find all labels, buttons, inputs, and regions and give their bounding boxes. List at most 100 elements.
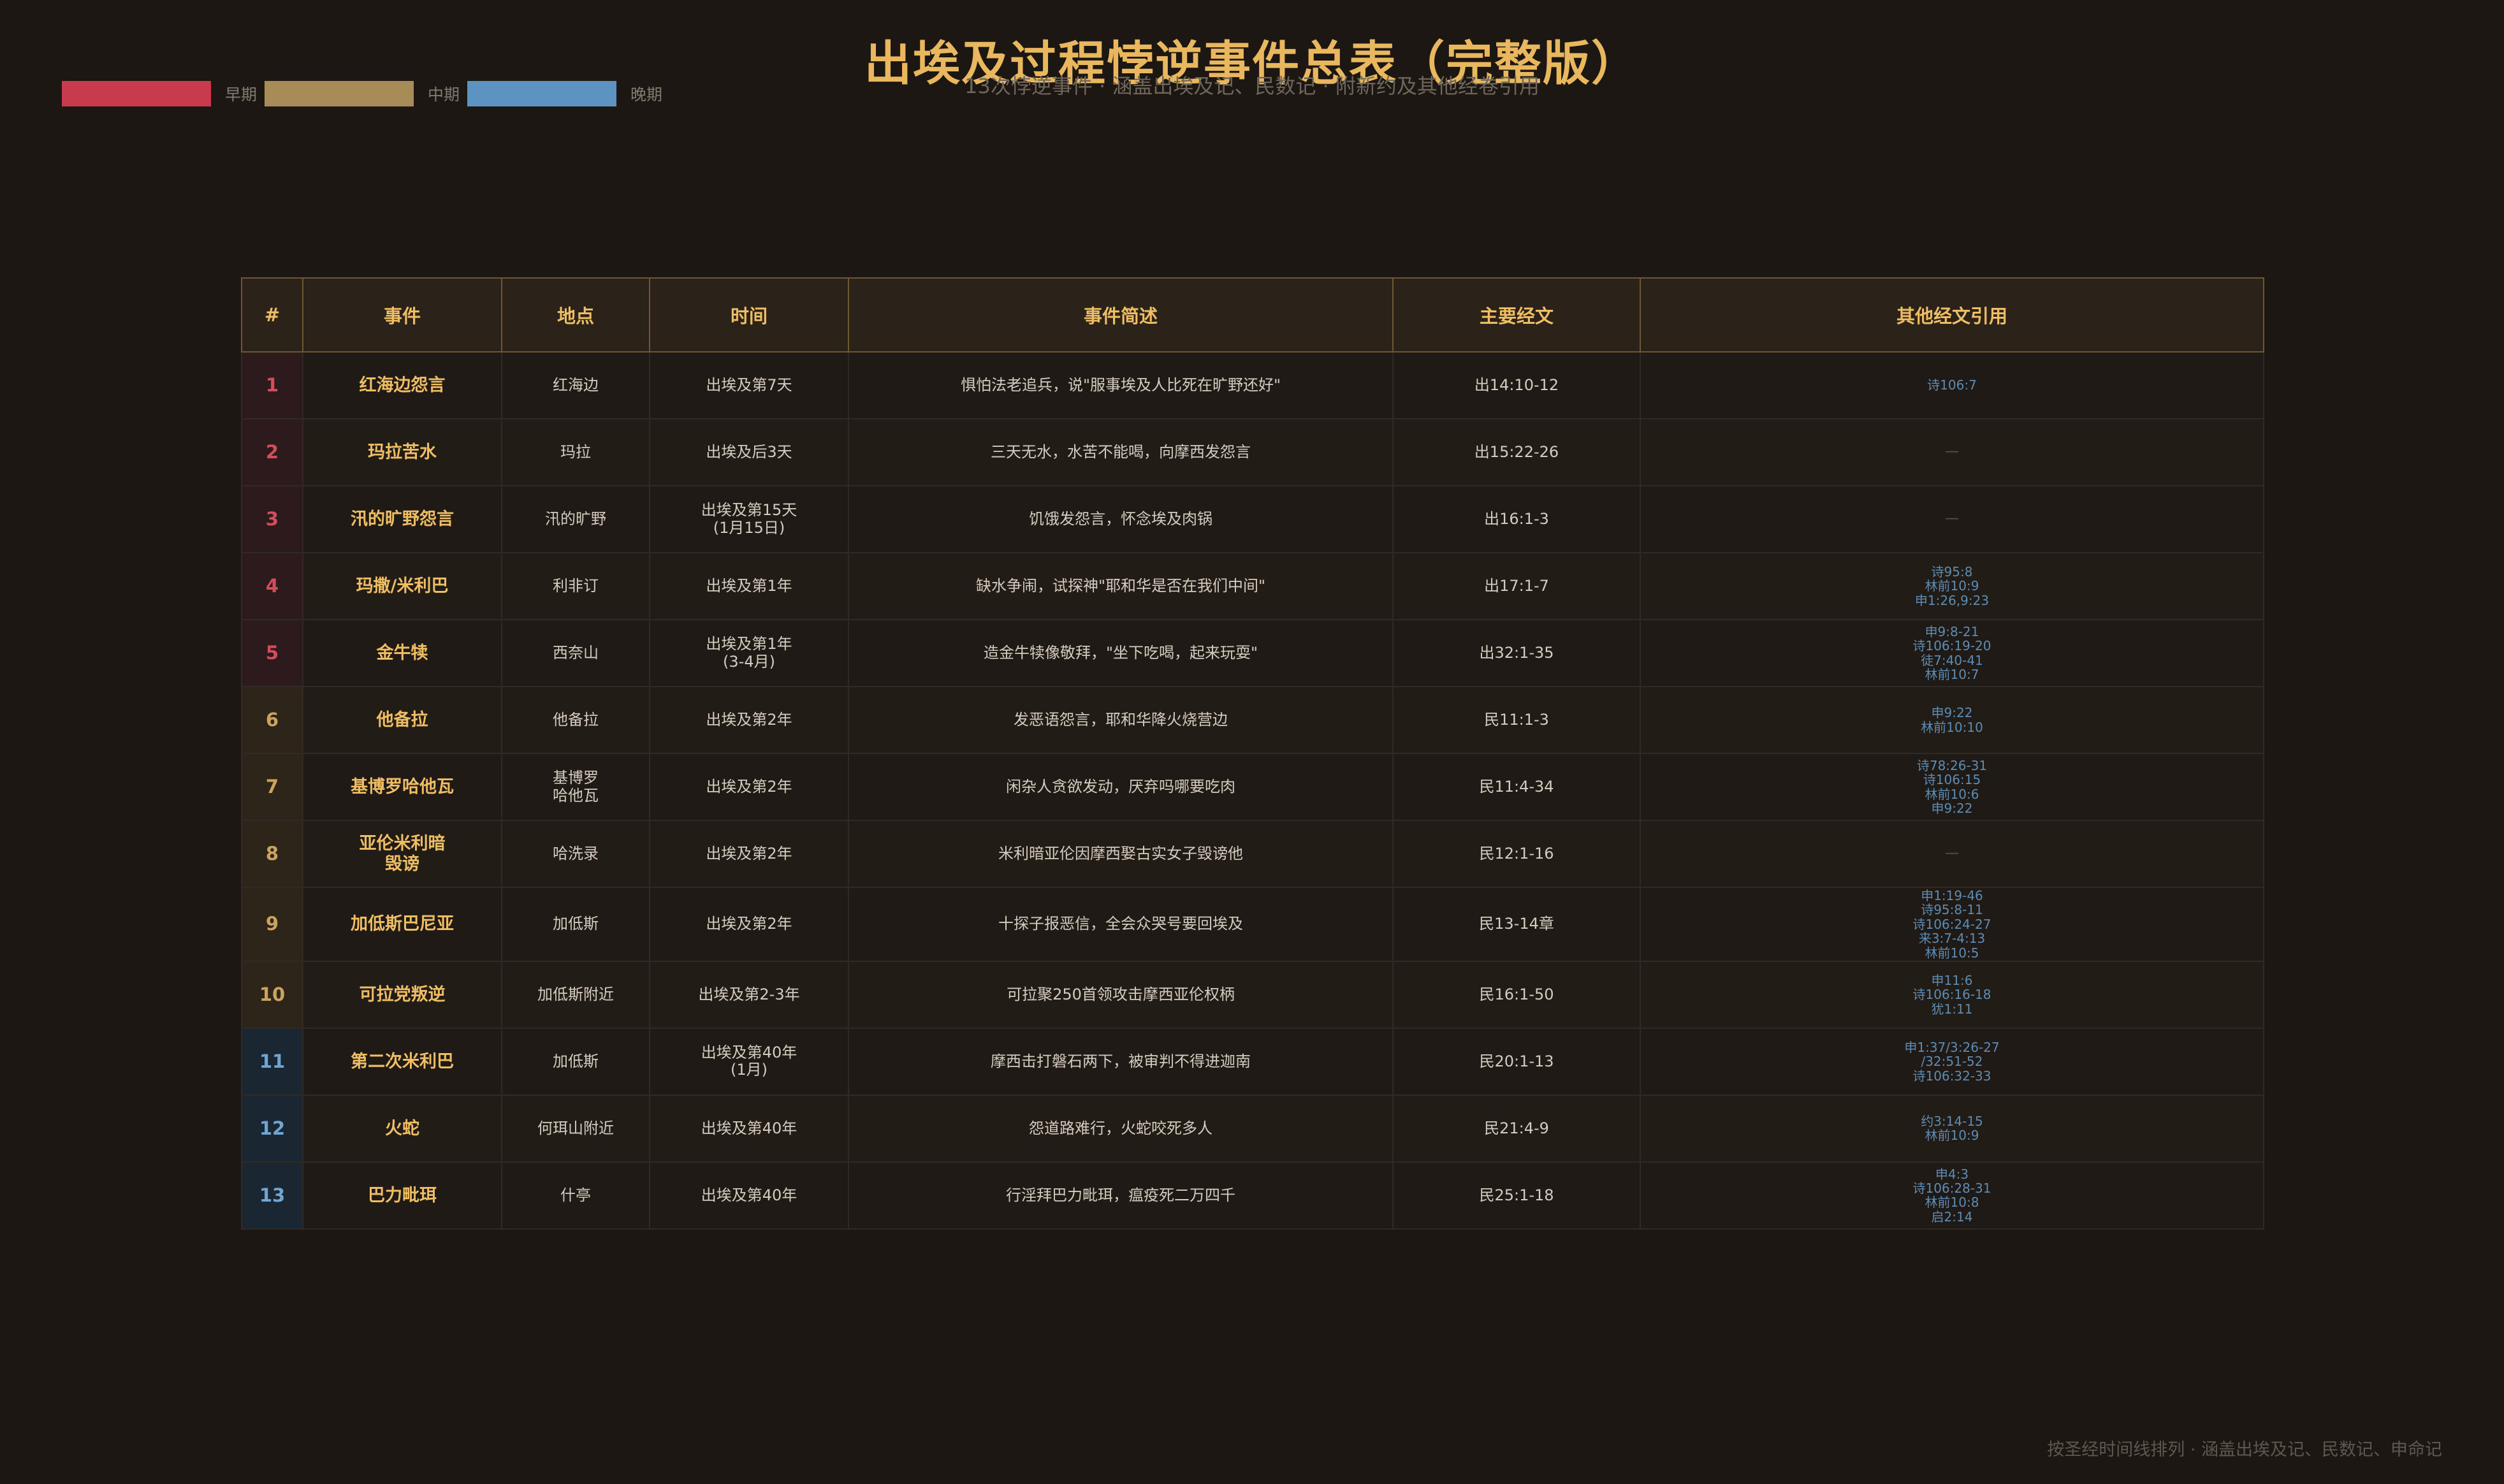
cell-place: 红海边 bbox=[501, 351, 650, 419]
cell-summary: 摩西击打磐石两下，被审判不得进迦南 bbox=[848, 1027, 1394, 1096]
cell-event: 可拉党叛逆 bbox=[302, 960, 502, 1029]
cell-place: 加低斯 bbox=[501, 887, 650, 962]
scripture-ref: 林前10:7 bbox=[1925, 666, 1979, 682]
scripture-ref: 犹1:11 bbox=[1931, 1001, 1973, 1017]
page: 出埃及过程悖逆事件总表（完整版） 13次悖逆事件 · 涵盖出埃及记、民数记 · … bbox=[0, 0, 2504, 1484]
scripture-ref: 徒7:40-41 bbox=[1921, 652, 1983, 668]
scripture-ref: 诗106:19-20 bbox=[1912, 638, 1991, 654]
cell-summary: 米利暗亚伦因摩西娶古实女子毁谤他 bbox=[848, 820, 1394, 888]
cell-main-scripture: 民21:4-9 bbox=[1392, 1094, 1641, 1163]
cell-time: 出埃及第2-3年 bbox=[649, 960, 849, 1029]
table-row: 12 火蛇 何珥山附近 出埃及第40年 怨道路难行，火蛇咬死多人 民21:4-9 约3:14… bbox=[241, 1094, 2264, 1163]
cell-other-refs: 申9:8-21 诗106:19-20 徒7:40-41 林前10:7 bbox=[1640, 619, 2264, 687]
table-row: 2 玛拉苦水 玛拉 出埃及后3天 三天无水，水苦不能喝，向摩西发怨言 出15:22-26 — bbox=[241, 418, 2264, 486]
scripture-ref: — bbox=[1945, 845, 1959, 862]
table-row: 1 红海边怨言 红海边 出埃及第7天 惧怕法老追兵，说"服事埃及人比死在旷野还好" 出14… bbox=[241, 351, 2264, 419]
cell-event: 亚伦米利暗 毁谤 bbox=[302, 820, 502, 888]
cell-other-refs: 诗106:7 bbox=[1640, 351, 2264, 419]
cell-summary: 闲杂人贪欲发动，厌弃吗哪要吃肉 bbox=[848, 753, 1394, 821]
table-row: 7 基博罗哈他瓦 基博罗 哈他瓦 出埃及第2年 闲杂人贪欲发动，厌弃吗哪要吃肉 民11:4-… bbox=[241, 753, 2264, 821]
scripture-ref: 申9:8-21 bbox=[1925, 623, 1979, 639]
cell-num: 2 bbox=[241, 418, 303, 486]
cell-time: 出埃及后3天 bbox=[649, 418, 849, 486]
table-row: 9 加低斯巴尼亚 加低斯 出埃及第2年 十探子报恶信，全会众哭号要回埃及 民13-14章申… bbox=[241, 887, 2264, 962]
cell-num: 4 bbox=[241, 552, 303, 620]
cell-time: 出埃及第2年 bbox=[649, 753, 849, 821]
scripture-ref: 申1:37/3:26-27 bbox=[1904, 1039, 2000, 1055]
cell-num: 8 bbox=[241, 820, 303, 888]
cell-main-scripture: 民13-14章 bbox=[1392, 887, 1641, 962]
scripture-ref: 林前10:10 bbox=[1921, 719, 1983, 735]
cell-main-scripture: 出32:1-35 bbox=[1392, 619, 1641, 687]
cell-summary: 饥饿发怨言，怀念埃及肉锅 bbox=[848, 485, 1394, 553]
legend-label-mid: 中期 bbox=[428, 85, 460, 104]
cell-place: 加低斯附近 bbox=[501, 960, 650, 1029]
table-header: # 事件 地点 时间 事件简述 主要经文 其他经文引用 bbox=[241, 277, 2264, 353]
header-summary: 事件简述 bbox=[848, 277, 1394, 353]
scripture-ref: 申1:19-46 bbox=[1921, 888, 1983, 903]
cell-event: 加低斯巴尼亚 bbox=[302, 887, 502, 962]
cell-num: 7 bbox=[241, 753, 303, 821]
cell-other-refs: 诗95:8 林前10:9 申1:26,9:23 bbox=[1640, 552, 2264, 620]
cell-num: 6 bbox=[241, 686, 303, 754]
cell-num: 1 bbox=[241, 351, 303, 419]
table-body: 1 红海边怨言 红海边 出埃及第7天 惧怕法老追兵，说"服事埃及人比死在旷野还好" 出14… bbox=[241, 351, 2264, 1230]
legend-swatch-mid bbox=[265, 81, 414, 106]
legend-label-late: 晚期 bbox=[630, 85, 663, 104]
cell-time: 出埃及第40年 (1月) bbox=[649, 1027, 849, 1096]
scripture-ref: 诗106:15 bbox=[1923, 772, 1981, 788]
cell-main-scripture: 民25:1-18 bbox=[1392, 1161, 1641, 1230]
cell-other-refs: — bbox=[1640, 418, 2264, 486]
cell-event: 玛撒/米利巴 bbox=[302, 552, 502, 620]
scripture-ref: 林前10:8 bbox=[1925, 1195, 1979, 1211]
scripture-ref: 诗106:16-18 bbox=[1912, 987, 1991, 1003]
cell-time: 出埃及第40年 bbox=[649, 1094, 849, 1163]
cell-place: 西奈山 bbox=[501, 619, 650, 687]
cell-num: 3 bbox=[241, 485, 303, 553]
cell-summary: 行淫拜巴力毗珥，瘟疫死二万四千 bbox=[848, 1161, 1394, 1230]
cell-place: 玛拉 bbox=[501, 418, 650, 486]
table-row: 13 巴力毗珥 什亭 出埃及第40年 行淫拜巴力毗珥，瘟疫死二万四千 民25:1-18 申4… bbox=[241, 1161, 2264, 1230]
scripture-ref: 申9:22 bbox=[1931, 705, 1973, 721]
cell-other-refs: 申1:19-46 诗95:8-11 诗106:24-27 来3:7-4:13 林前10:… bbox=[1640, 887, 2264, 962]
cell-main-scripture: 出17:1-7 bbox=[1392, 552, 1641, 620]
cell-event: 火蛇 bbox=[302, 1094, 502, 1163]
cell-other-refs: — bbox=[1640, 820, 2264, 888]
scripture-ref: 申1:26,9:23 bbox=[1914, 592, 1990, 608]
cell-num: 5 bbox=[241, 619, 303, 687]
cell-main-scripture: 民12:1-16 bbox=[1392, 820, 1641, 888]
scripture-ref: /32:51-52 bbox=[1921, 1054, 1983, 1070]
cell-summary: 缺水争闹，试探神"耶和华是否在我们中间" bbox=[848, 552, 1394, 620]
cell-num: 10 bbox=[241, 960, 303, 1029]
cell-other-refs: 申4:3 诗106:28-31 林前10:8 启2:14 bbox=[1640, 1161, 2264, 1230]
cell-time: 出埃及第1年 (3-4月) bbox=[649, 619, 849, 687]
scripture-ref: 林前10:5 bbox=[1925, 945, 1979, 961]
cell-num: 12 bbox=[241, 1094, 303, 1163]
cell-main-scripture: 民11:4-34 bbox=[1392, 753, 1641, 821]
cell-event: 汛的旷野怨言 bbox=[302, 485, 502, 553]
cell-place: 什亭 bbox=[501, 1161, 650, 1230]
cell-place: 利非订 bbox=[501, 552, 650, 620]
table-row: 11 第二次米利巴 加低斯 出埃及第40年 (1月) 摩西击打磐石两下，被审判不得进迦南民… bbox=[241, 1027, 2264, 1096]
header-other-refs: 其他经文引用 bbox=[1640, 277, 2264, 353]
table-row: 5 金牛犊 西奈山 出埃及第1年 (3-4月) 造金牛犊像敬拜，"坐下吃喝，起来玩耍" 出3… bbox=[241, 619, 2264, 687]
scripture-ref: 启2:14 bbox=[1931, 1209, 1973, 1225]
cell-event: 基博罗哈他瓦 bbox=[302, 753, 502, 821]
cell-time: 出埃及第7天 bbox=[649, 351, 849, 419]
cell-summary: 惧怕法老追兵，说"服事埃及人比死在旷野还好" bbox=[848, 351, 1394, 419]
scripture-ref: 诗106:28-31 bbox=[1912, 1181, 1991, 1197]
table-row: 4 玛撒/米利巴 利非订 出埃及第1年 缺水争闹，试探神"耶和华是否在我们中间" 出17:… bbox=[241, 552, 2264, 620]
cell-time: 出埃及第2年 bbox=[649, 887, 849, 962]
cell-main-scripture: 出14:10-12 bbox=[1392, 351, 1641, 419]
cell-main-scripture: 民16:1-50 bbox=[1392, 960, 1641, 1029]
cell-main-scripture: 民20:1-13 bbox=[1392, 1027, 1641, 1096]
cell-main-scripture: 出15:22-26 bbox=[1392, 418, 1641, 486]
legend-swatch-late bbox=[467, 81, 617, 106]
cell-other-refs: 申1:37/3:26-27/32:51-52 诗106:32-33 bbox=[1640, 1027, 2264, 1096]
events-table-wrapper: # 事件 地点 时间 事件简述 主要经文 其他经文引用 1 红海边怨言 红海边 出埃及… bbox=[241, 277, 2264, 1230]
scripture-ref: — bbox=[1945, 511, 1959, 527]
cell-event: 玛拉苦水 bbox=[302, 418, 502, 486]
scripture-ref: 申4:3 bbox=[1935, 1166, 1969, 1182]
scripture-ref: 来3:7-4:13 bbox=[1918, 931, 1986, 947]
scripture-ref: 林前10:9 bbox=[1925, 1128, 1979, 1144]
